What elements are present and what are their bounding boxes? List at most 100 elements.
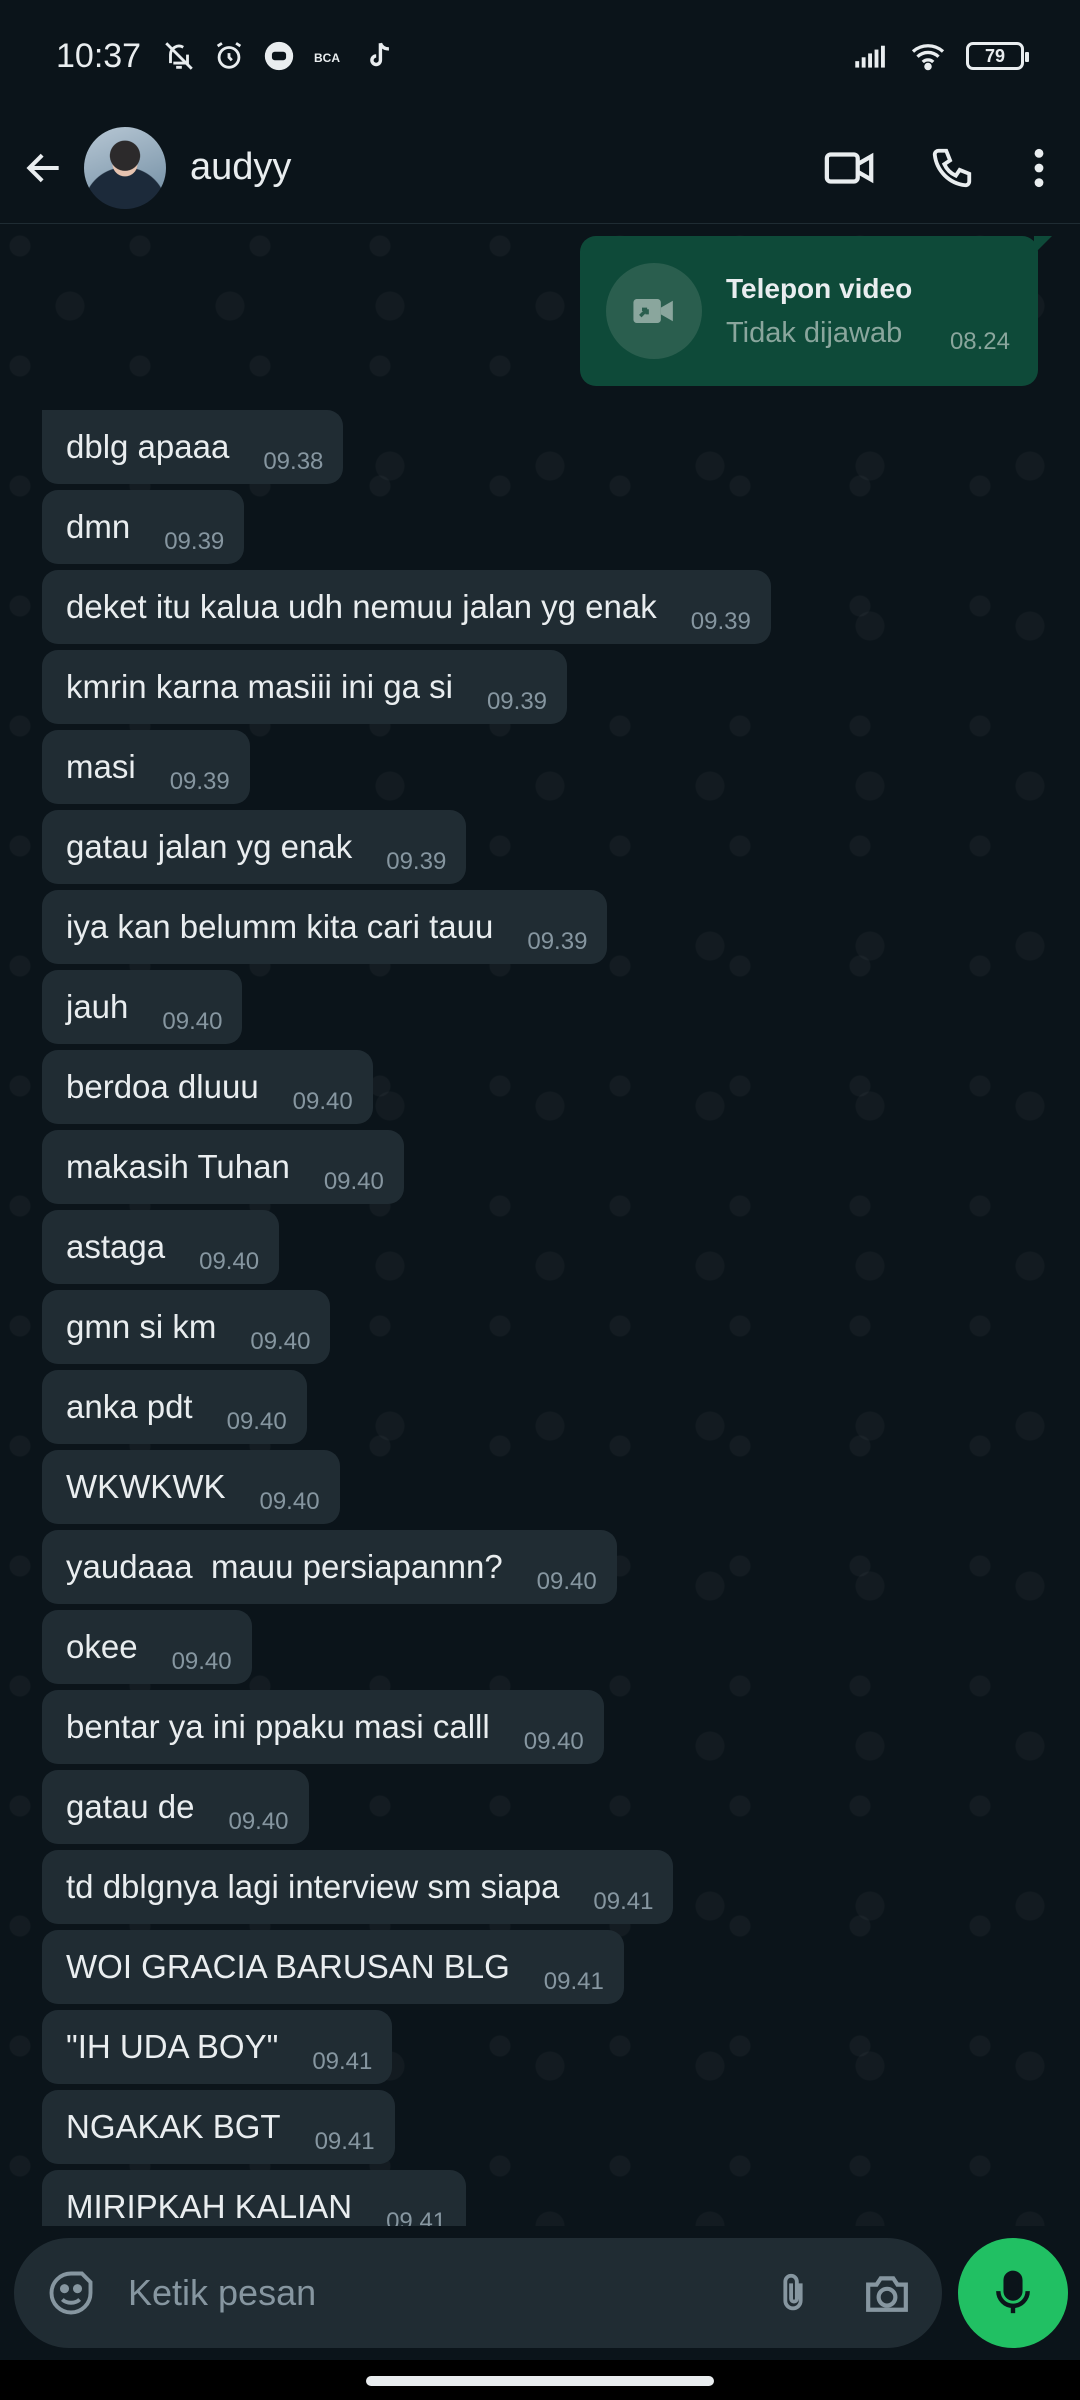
message-text: dblg apaaa (66, 428, 230, 465)
microphone-icon (996, 2270, 1030, 2314)
message-time: 09.40 (323, 1168, 384, 1195)
message-text: masi (66, 748, 136, 785)
message-bubble[interactable]: astaga 09.40 (42, 1210, 280, 1284)
chat-area[interactable]: Telepon video Tidak dijawab 08.24 dblg a… (0, 226, 1080, 2226)
arrow-left-icon (26, 153, 59, 182)
message-bubble[interactable]: bentar ya ini ppaku masi calll 09.40 (42, 1690, 604, 1764)
message-bubble[interactable]: gmn si km 09.40 (42, 1290, 331, 1364)
message-bubble[interactable]: td dblgnya lagi interview sm siapa 09.41 (42, 1850, 674, 1924)
navigation-bar (0, 2360, 1080, 2400)
tiktok-icon (361, 38, 397, 74)
message-time: 09.40 (250, 1328, 311, 1355)
video-call-button[interactable] (810, 128, 890, 208)
alarm-icon (211, 38, 247, 74)
message-bubble[interactable]: gatau jalan yg enak 09.39 (42, 810, 467, 884)
camera-icon (866, 2276, 908, 2312)
message-bubble[interactable]: masi 09.39 (42, 730, 250, 804)
message-text: okee (66, 1628, 138, 1665)
contact-name[interactable]: audyy (190, 146, 788, 189)
message-time: 09.39 (690, 608, 751, 635)
message-time: 09.40 (259, 1488, 320, 1515)
message-bubble[interactable]: WOI GRACIA BARUSAN BLG 09.41 (42, 1930, 624, 2004)
message-bubble[interactable]: jauh 09.40 (42, 970, 243, 1044)
missed-video-call-bubble[interactable]: Telepon video Tidak dijawab 08.24 (580, 236, 1052, 386)
attach-button[interactable] (758, 2258, 828, 2328)
call-title: Telepon video (726, 272, 913, 304)
message-text: NGAKAK BGT (66, 2108, 281, 2145)
message-text: iya kan belumm kita cari tauu (66, 908, 494, 945)
message-bubble[interactable]: "IH UDA BOY" 09.41 (42, 2010, 393, 2084)
message-time: 09.41 (312, 2048, 373, 2075)
message-composer: Ketik pesan (14, 2238, 942, 2348)
message-bubble[interactable]: makasih Tuhan 09.40 (42, 1130, 404, 1204)
message-text: yaudaaa mauu persiapannn? (66, 1548, 503, 1585)
message-time: 09.40 (171, 1648, 232, 1675)
status-left: 10:37 BCA (56, 37, 397, 76)
message-text: gmn si km (66, 1308, 217, 1345)
message-text: gatau de (66, 1788, 195, 1825)
message-time: 09.39 (486, 688, 548, 715)
message-bubble[interactable]: kmrin karna masiii ini ga si 09.39 (42, 650, 568, 724)
message-time: 09.40 (536, 1568, 597, 1595)
camera-button[interactable] (852, 2258, 922, 2328)
message-text: WKWKWK (66, 1468, 226, 1505)
voice-call-button[interactable] (912, 128, 992, 208)
message-bubble[interactable]: berdoa dluuu 09.40 (42, 1050, 373, 1124)
message-text: makasih Tuhan (66, 1148, 290, 1185)
message-bubble[interactable]: MIRIPKAH KALIAN 09.41 (42, 2170, 467, 2226)
message-bubble[interactable]: anka pdt 09.40 (42, 1370, 307, 1444)
voice-message-button[interactable] (958, 2238, 1068, 2348)
message-input[interactable]: Ketik pesan (128, 2272, 758, 2314)
message-bubble[interactable]: deket itu kalua udh nemuu jalan yg enak 0… (42, 570, 771, 644)
message-bubble[interactable]: dblg apaaa 09.38 (42, 410, 344, 484)
avatar[interactable] (84, 126, 166, 209)
message-text: astaga (66, 1228, 166, 1265)
message-time: 09.40 (226, 1408, 287, 1435)
message-time: 09.41 (543, 1968, 604, 1995)
battery-level: 79 (984, 45, 1006, 66)
status-right: 79 (854, 38, 1029, 74)
more-options-button[interactable] (1014, 128, 1064, 208)
message-bubble[interactable]: iya kan belumm kita cari tauu 09.39 (42, 890, 608, 964)
bca-app-icon: BCA (311, 38, 347, 74)
message-text: kmrin karna masiii ini ga si (66, 668, 453, 705)
message-time: 09.38 (263, 448, 324, 475)
message-bubble[interactable]: gatau de 09.40 (42, 1770, 309, 1844)
message-time: 09.41 (314, 2128, 375, 2155)
message-text: berdoa dluuu (66, 1068, 259, 1105)
muted-bell-icon (161, 38, 197, 74)
video-camera-icon (824, 151, 874, 184)
message-time: 09.39 (386, 848, 447, 875)
message-text: anka pdt (66, 1388, 193, 1425)
emoji-button[interactable] (36, 2258, 106, 2328)
message-text: bentar ya ini ppaku masi calll (66, 1708, 490, 1745)
paperclip-icon (783, 2273, 803, 2311)
message-text: "IH UDA BOY" (66, 2028, 279, 2065)
app-notification-icon (261, 38, 297, 74)
message-text: jauh (66, 988, 129, 1025)
message-bubble[interactable]: yaudaaa mauu persiapannn? 09.40 (42, 1530, 617, 1604)
message-text: dmn (66, 508, 131, 545)
message-text: gatau jalan yg enak (66, 828, 353, 865)
message-time: 09.39 (164, 528, 225, 555)
message-text: td dblgnya lagi interview sm siapa (66, 1868, 560, 1905)
message-list: dblg apaaa 09.38 dmn 09.39 deket itu kalua… (42, 410, 771, 2226)
message-bubble[interactable]: dmn 09.39 (42, 490, 245, 564)
message-bubble[interactable]: NGAKAK BGT 09.41 (42, 2090, 395, 2164)
svg-text:BCA: BCA (314, 51, 340, 65)
message-bubble[interactable]: WKWKWK 09.40 (42, 1450, 340, 1524)
call-time: 08.24 (949, 328, 1010, 355)
message-time: 09.39 (527, 928, 588, 955)
missed-video-call-icon (606, 263, 702, 359)
message-time: 09.40 (162, 1008, 223, 1035)
message-bubble[interactable]: okee 09.40 (42, 1610, 252, 1684)
more-vertical-icon (1034, 148, 1044, 187)
message-time: 09.40 (228, 1808, 289, 1835)
message-text: WOI GRACIA BARUSAN BLG (66, 1948, 510, 1985)
home-indicator[interactable] (366, 2376, 714, 2386)
back-button[interactable] (16, 140, 72, 196)
message-text: deket itu kalua udh nemuu jalan yg enak (66, 588, 657, 625)
message-time: 09.39 (169, 768, 230, 795)
message-time: 09.41 (593, 1888, 654, 1915)
signal-icon (854, 38, 890, 74)
